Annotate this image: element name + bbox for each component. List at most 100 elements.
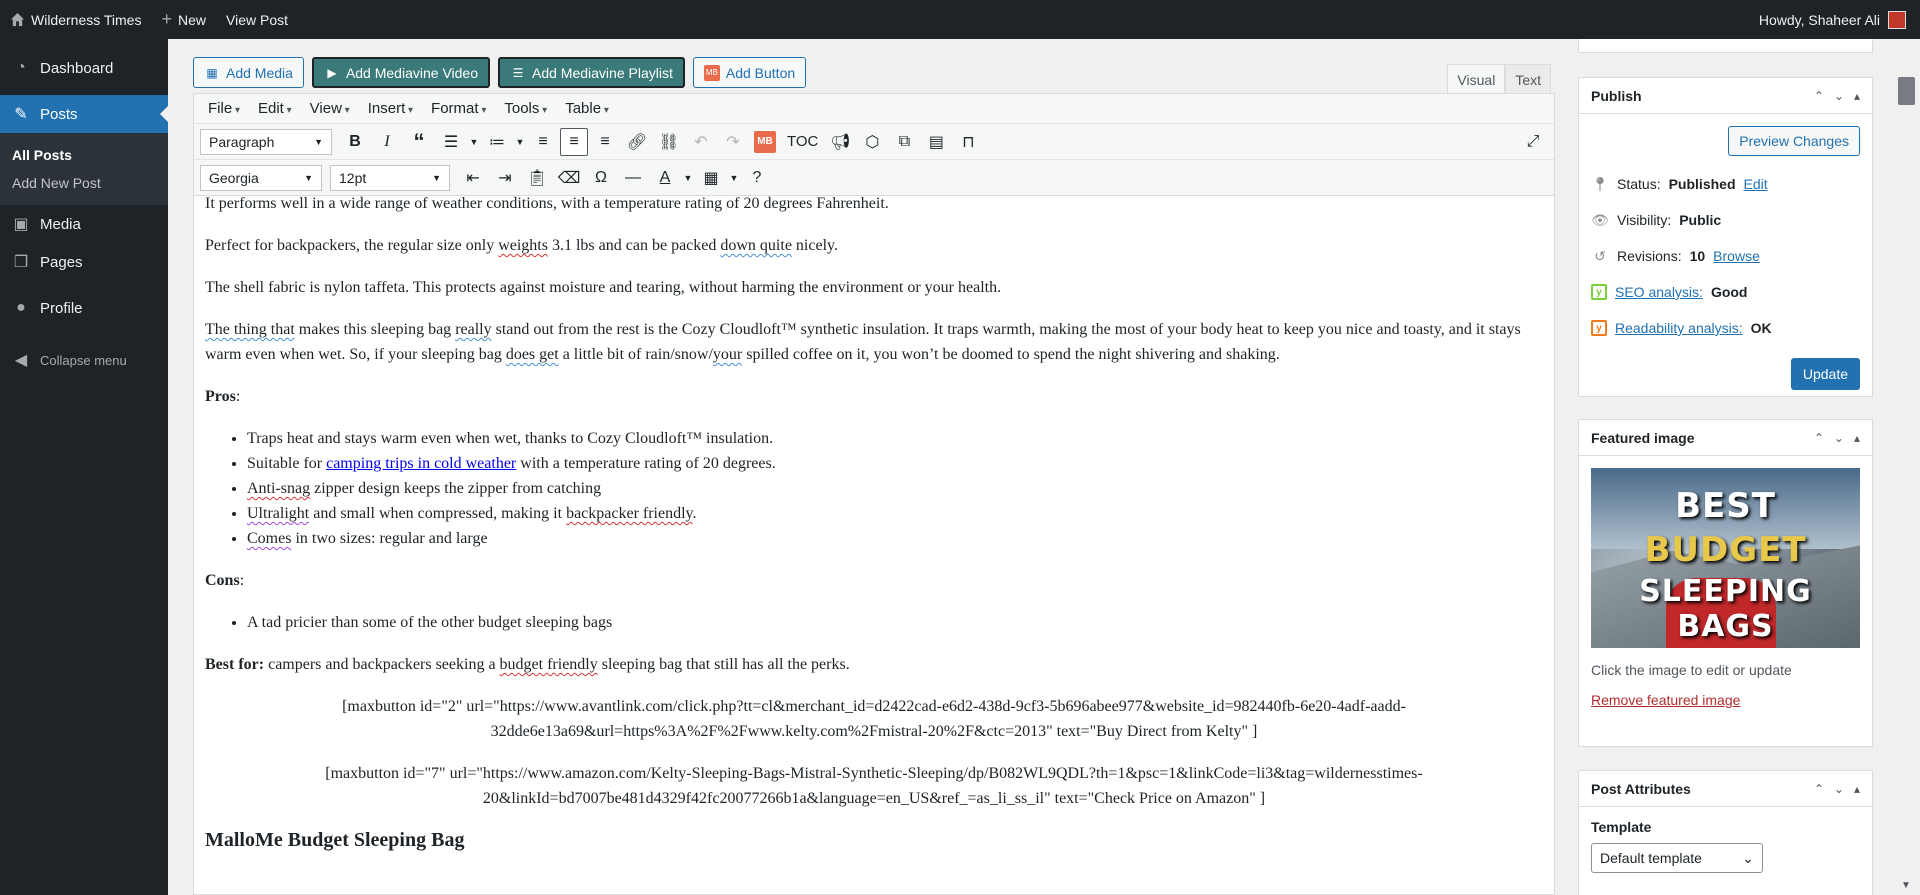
submenu-all-posts[interactable]: All Posts — [0, 141, 168, 169]
preview-changes-button[interactable]: Preview Changes — [1728, 126, 1860, 156]
featured-image-panel-header[interactable]: Featured image ⌃ ⌄ ▴ — [1579, 420, 1872, 456]
special-character-icon[interactable]: Ω — [586, 163, 616, 193]
page-scrollbar[interactable]: ▼ — [1895, 39, 1920, 895]
toc-button[interactable]: TOC — [782, 127, 823, 157]
add-button-button[interactable]: MB Add Button — [692, 57, 807, 88]
maxbutton-icon[interactable]: MB — [754, 130, 776, 153]
shopping-bag-icon[interactable]: ⊓ — [953, 127, 983, 157]
featured-image-thumbnail[interactable]: BEST BUDGET SLEEPING BAGS — [1591, 468, 1860, 648]
sidebar-item-dashboard[interactable]: ◔ Dashboard — [0, 49, 168, 87]
menu-insert[interactable]: Insert — [360, 100, 421, 117]
italic-button[interactable]: I — [372, 127, 402, 157]
menu-tools[interactable]: Tools — [496, 100, 555, 117]
horizontal-line-icon[interactable]: ― — [618, 163, 648, 193]
undo-icon[interactable]: ↶ — [686, 127, 716, 157]
media-icon: ▣ — [13, 216, 29, 233]
editor-content[interactable]: It performs well in a wide range of weat… — [194, 196, 1554, 894]
indent-icon[interactable]: ⇥ — [490, 163, 520, 193]
unlink-icon[interactable]: ⛓︎ — [654, 127, 684, 157]
remove-featured-image-link[interactable]: Remove featured image — [1591, 692, 1740, 708]
menu-edit[interactable]: Edit — [250, 100, 300, 117]
readability-analysis-link[interactable]: Readability analysis: — [1615, 320, 1743, 336]
collapse-menu-button[interactable]: ◀ Collapse menu — [0, 341, 168, 379]
chevron-up-icon[interactable]: ⌃ — [1814, 782, 1824, 796]
publish-panel-header[interactable]: Publish ⌃ ⌄ ▴ — [1579, 78, 1872, 114]
status-edit-link[interactable]: Edit — [1744, 176, 1768, 192]
seo-analysis-link[interactable]: SEO analysis: — [1615, 284, 1703, 300]
chevron-down-icon[interactable]: ⌄ — [1834, 782, 1844, 796]
help-icon[interactable]: ? — [742, 163, 772, 193]
collapse-arrow-icon[interactable]: ▴ — [1854, 89, 1860, 103]
numbered-list-icon[interactable]: ≔ — [482, 127, 512, 157]
chevron-down-icon[interactable]: ▼ — [728, 163, 740, 193]
bold-button[interactable]: B — [340, 127, 370, 157]
font-size-select[interactable]: 12pt ▼ — [330, 164, 450, 191]
text-color-icon[interactable]: A — [650, 163, 680, 193]
menu-view[interactable]: View — [302, 100, 358, 117]
box-icon[interactable]: ⬡ — [857, 127, 887, 157]
scroll-down-arrow-icon[interactable]: ▼ — [1901, 880, 1911, 891]
update-button[interactable]: Update — [1790, 358, 1860, 390]
camping-trips-link[interactable]: camping trips in cold weather — [326, 455, 516, 472]
tab-visual[interactable]: Visual — [1447, 64, 1506, 95]
chevron-down-icon[interactable]: ⌄ — [1834, 431, 1844, 445]
calendar-icon[interactable]: ▤ — [921, 127, 951, 157]
pros-list: Traps heat and stays warm even when wet,… — [247, 426, 1543, 551]
widget-icon[interactable]: ⧉ — [889, 127, 919, 157]
link-icon[interactable]: 🔗︎ — [622, 127, 652, 157]
clear-formatting-icon[interactable]: ⌫ — [554, 163, 584, 193]
align-right-icon[interactable]: ≡ — [590, 127, 620, 157]
play-icon: ▶ — [327, 65, 337, 80]
outdent-icon[interactable]: ⇤ — [458, 163, 488, 193]
chevron-down-icon[interactable]: ▼ — [682, 163, 694, 193]
sidebar-item-posts[interactable]: ✎ Posts — [0, 95, 168, 133]
chevron-down-icon[interactable]: ▼ — [468, 127, 480, 157]
view-post-link[interactable]: View Post — [216, 0, 298, 39]
redo-icon[interactable]: ↷ — [718, 127, 748, 157]
submenu-add-new-post[interactable]: Add New Post — [0, 169, 168, 197]
sidebar-item-profile[interactable]: ● Profile — [0, 289, 168, 327]
collapse-arrow-icon[interactable]: ▴ — [1854, 782, 1860, 796]
add-media-button[interactable]: ▦ Add Media — [193, 57, 304, 88]
tab-text[interactable]: Text — [1505, 64, 1551, 95]
fullscreen-icon[interactable]: ⤢ — [1518, 127, 1548, 157]
collapse-arrow-icon[interactable]: ▴ — [1854, 431, 1860, 445]
sidebar-item-media[interactable]: ▣ Media — [0, 205, 168, 243]
add-mediavine-playlist-button[interactable]: ☰ Add Mediavine Playlist — [498, 57, 685, 88]
menu-file[interactable]: File — [200, 100, 248, 117]
font-family-select[interactable]: Georgia ▼ — [200, 164, 322, 191]
panel-controls: ⌃ ⌄ ▴ — [1814, 431, 1860, 445]
blockquote-icon[interactable]: “ — [404, 127, 434, 157]
chevron-up-icon[interactable]: ⌃ — [1814, 89, 1824, 103]
template-select[interactable]: Default template ⌄ — [1591, 843, 1763, 873]
scrollbar-thumb[interactable] — [1898, 77, 1915, 105]
menu-format[interactable]: Format — [423, 100, 494, 117]
table-icon[interactable]: ▦ — [696, 163, 726, 193]
new-content-link[interactable]: + New — [151, 0, 216, 39]
chevron-down-icon: ▼ — [304, 172, 313, 183]
button-label: Add Media — [226, 64, 293, 81]
my-account[interactable]: Howdy, Shaheer Ali — [1759, 10, 1920, 29]
chevron-down-icon[interactable]: ⌄ — [1834, 89, 1844, 103]
megaphone-icon[interactable]: 📢︎ — [825, 127, 855, 157]
post-attributes-panel-header[interactable]: Post Attributes ⌃ ⌄ ▴ — [1579, 771, 1872, 807]
posts-submenu: All Posts Add New Post — [0, 133, 168, 205]
sidebar-item-pages[interactable]: ❐ Pages — [0, 243, 168, 281]
media-icon: ▦ — [206, 65, 218, 80]
template-label: Template — [1591, 819, 1652, 835]
paste-text-icon[interactable]: 📋︎ — [522, 163, 552, 193]
chevron-down-icon[interactable]: ▼ — [514, 127, 526, 157]
add-mediavine-video-button[interactable]: ▶ Add Mediavine Video — [311, 57, 490, 88]
align-center-icon[interactable]: ≡ — [560, 127, 588, 156]
align-left-icon[interactable]: ≡ — [528, 127, 558, 157]
chevron-up-icon[interactable]: ⌃ — [1814, 431, 1824, 445]
cons-list: A tad pricier than some of the other bud… — [247, 610, 1543, 635]
featured-image-panel: Featured image ⌃ ⌄ ▴ BEST BUDGET SLEEPIN… — [1578, 419, 1873, 747]
bullet-list-icon[interactable]: ☰ — [436, 127, 466, 157]
menu-table[interactable]: Table — [557, 100, 617, 117]
cons-heading: Cons: — [205, 572, 245, 589]
revisions-browse-link[interactable]: Browse — [1713, 248, 1760, 264]
image-text-line: BUDGET — [1644, 530, 1807, 570]
block-format-select[interactable]: Paragraph ▼ — [200, 128, 332, 155]
site-name-link[interactable]: Wilderness Times — [0, 0, 151, 39]
